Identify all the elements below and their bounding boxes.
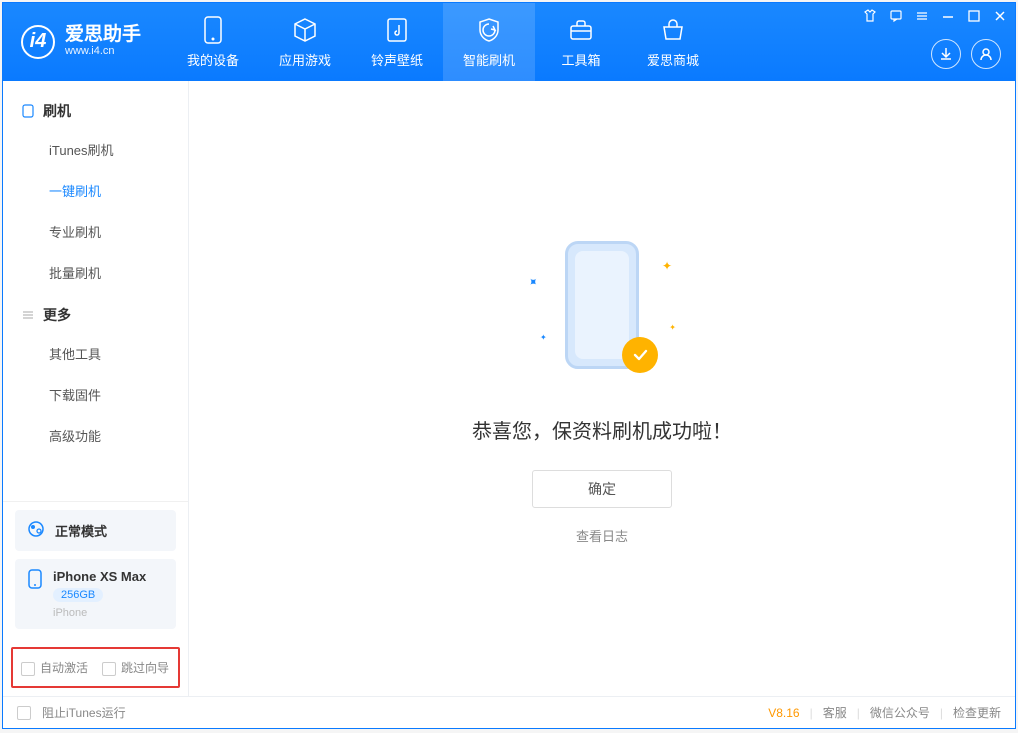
nav-label: 智能刷机: [463, 50, 515, 69]
mode-label: 正常模式: [55, 521, 107, 540]
ok-button[interactable]: 确定: [532, 470, 672, 508]
success-message: 恭喜您，保资料刷机成功啦！: [472, 415, 732, 444]
group-title: 更多: [43, 305, 71, 325]
sidebar-item-download-firmware[interactable]: 下载固件: [3, 374, 188, 415]
sidebar-group-flash: 刷机: [3, 89, 188, 129]
checkbox-auto-activate[interactable]: 自动激活: [21, 659, 88, 676]
phone-icon: [21, 104, 35, 118]
minimize-button[interactable]: [939, 7, 957, 25]
body: 刷机 iTunes刷机 一键刷机 专业刷机 批量刷机 更多 其他工具 下载固件 …: [3, 81, 1015, 696]
version-label: V8.16: [768, 706, 799, 720]
mode-icon: [27, 520, 45, 541]
sidebar-group-more: 更多: [3, 293, 188, 333]
cube-icon: [291, 16, 319, 44]
titlebar-actions: [931, 39, 1001, 69]
sidebar-item-advanced[interactable]: 高级功能: [3, 415, 188, 456]
device-mode[interactable]: 正常模式: [15, 510, 176, 551]
device-name: iPhone XS Max: [53, 569, 146, 584]
device-panel: 正常模式 iPhone XS Max 256GB iPhone: [3, 501, 188, 645]
phone-icon: [27, 569, 43, 594]
sidebar: 刷机 iTunes刷机 一键刷机 专业刷机 批量刷机 更多 其他工具 下载固件 …: [3, 81, 189, 696]
nav-my-device[interactable]: 我的设备: [167, 3, 259, 81]
app-name: 爱思助手: [65, 25, 141, 44]
check-icon: [622, 337, 658, 373]
shield-icon: [475, 16, 503, 44]
nav-label: 我的设备: [187, 50, 239, 69]
app-logo: i4 爱思助手 www.i4.cn: [3, 25, 159, 59]
sidebar-item-onekey-flash[interactable]: 一键刷机: [3, 170, 188, 211]
device-icon: [199, 16, 227, 44]
sidebar-item-pro-flash[interactable]: 专业刷机: [3, 211, 188, 252]
nav-ringtone-wallpaper[interactable]: 铃声壁纸: [351, 3, 443, 81]
logo-icon: i4: [21, 25, 55, 59]
nav-store[interactable]: 爱思商城: [627, 3, 719, 81]
sidebar-item-itunes-flash[interactable]: iTunes刷机: [3, 129, 188, 170]
nav-label: 应用游戏: [279, 50, 331, 69]
nav-toolbox[interactable]: 工具箱: [535, 3, 627, 81]
footer-link-support[interactable]: 客服: [823, 704, 847, 721]
menu-icon: [21, 308, 35, 322]
toolbox-icon: [567, 16, 595, 44]
main-content: ✦ ✦ ✦ ✦ 恭喜您，保资料刷机成功啦！ 确定 查看日志: [189, 81, 1015, 696]
device-type: iPhone: [53, 607, 146, 619]
view-log-link[interactable]: 查看日志: [576, 526, 628, 545]
nav-label: 爱思商城: [647, 50, 699, 69]
nav-apps-games[interactable]: 应用游戏: [259, 3, 351, 81]
sidebar-item-other-tools[interactable]: 其他工具: [3, 333, 188, 374]
device-card[interactable]: iPhone XS Max 256GB iPhone: [15, 559, 176, 629]
maximize-button[interactable]: [965, 7, 983, 25]
app-window: i4 爱思助手 www.i4.cn 我的设备 应用游戏 铃声壁纸 智能刷机: [2, 2, 1016, 729]
group-title: 刷机: [43, 101, 71, 121]
titlebar: i4 爱思助手 www.i4.cn 我的设备 应用游戏 铃声壁纸 智能刷机: [3, 3, 1015, 81]
main-nav: 我的设备 应用游戏 铃声壁纸 智能刷机 工具箱 爱思商城: [167, 3, 719, 81]
device-capacity: 256GB: [53, 588, 103, 602]
footer-link-update[interactable]: 检查更新: [953, 704, 1001, 721]
store-icon: [659, 16, 687, 44]
account-button[interactable]: [971, 39, 1001, 69]
success-illustration: ✦ ✦ ✦ ✦: [522, 233, 682, 393]
checkbox-block-itunes[interactable]: 阻止iTunes运行: [17, 704, 126, 721]
nav-label: 铃声壁纸: [371, 50, 423, 69]
footer-link-wechat[interactable]: 微信公众号: [870, 704, 930, 721]
checkbox-skip-guide[interactable]: 跳过向导: [102, 659, 169, 676]
flash-options-highlight: 自动激活 跳过向导: [11, 647, 180, 688]
app-url: www.i4.cn: [65, 44, 141, 59]
window-controls: [861, 7, 1009, 25]
download-button[interactable]: [931, 39, 961, 69]
nav-smart-flash[interactable]: 智能刷机: [443, 3, 535, 81]
close-button[interactable]: [991, 7, 1009, 25]
music-icon: [383, 16, 411, 44]
sidebar-item-batch-flash[interactable]: 批量刷机: [3, 252, 188, 293]
menu-icon[interactable]: [913, 7, 931, 25]
status-bar: 阻止iTunes运行 V8.16 | 客服 | 微信公众号 | 检查更新: [3, 696, 1015, 728]
nav-label: 工具箱: [562, 50, 601, 69]
feedback-icon[interactable]: [887, 7, 905, 25]
shirt-icon[interactable]: [861, 7, 879, 25]
